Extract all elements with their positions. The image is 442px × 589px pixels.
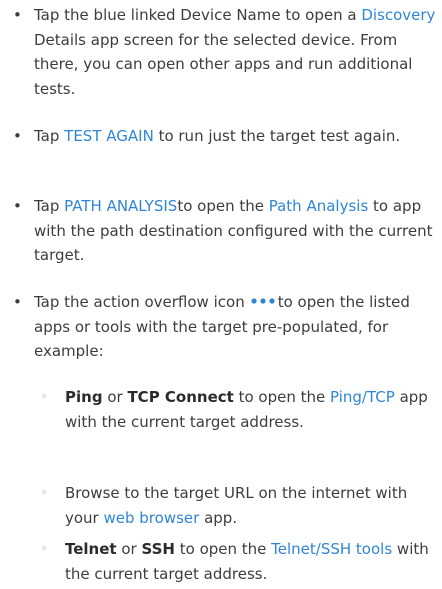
path-analysis-button-link[interactable]: PATH ANALYSIS	[64, 197, 177, 215]
action-overflow-icon	[251, 297, 275, 304]
sub-bullet-marker: ◦	[41, 390, 48, 403]
sub-list-item-text: Telnet or SSH to open the Telnet/SSH too…	[65, 540, 429, 583]
list-item-text: Tap the action overflow icon to open the …	[34, 293, 410, 360]
list-item-text: Tap TEST AGAIN to run just the target te…	[34, 127, 401, 145]
list-item-text: Tap PATH ANALYSISto open the Path Analys…	[34, 197, 433, 264]
bullet-marker: •	[13, 293, 22, 311]
sub-bullet-marker: ◦	[41, 542, 48, 555]
bullet-marker: •	[13, 127, 22, 145]
ping-tcp-link[interactable]: Ping/TCP	[330, 388, 395, 406]
bullet-marker: •	[13, 197, 22, 215]
document: • Tap the blue linked Device Name to ope…	[0, 0, 442, 589]
bullet-marker: •	[13, 6, 22, 24]
web-browser-link[interactable]: web browser	[104, 509, 200, 527]
sub-list-item-text: Ping or TCP Connect to open the Ping/TCP…	[65, 388, 428, 431]
path-analysis-link[interactable]: Path Analysis	[269, 197, 369, 215]
discovery-link[interactable]: Discovery	[361, 6, 435, 24]
list-item-text: Tap the blue linked Device Name to open …	[34, 6, 436, 98]
sub-list-item-text: Browse to the target URL on the internet…	[65, 484, 408, 527]
test-again-link[interactable]: TEST AGAIN	[64, 127, 154, 145]
sub-bullet-marker: ◦	[41, 486, 48, 499]
telnet-ssh-tools-link[interactable]: Telnet/SSH tools	[271, 540, 392, 558]
